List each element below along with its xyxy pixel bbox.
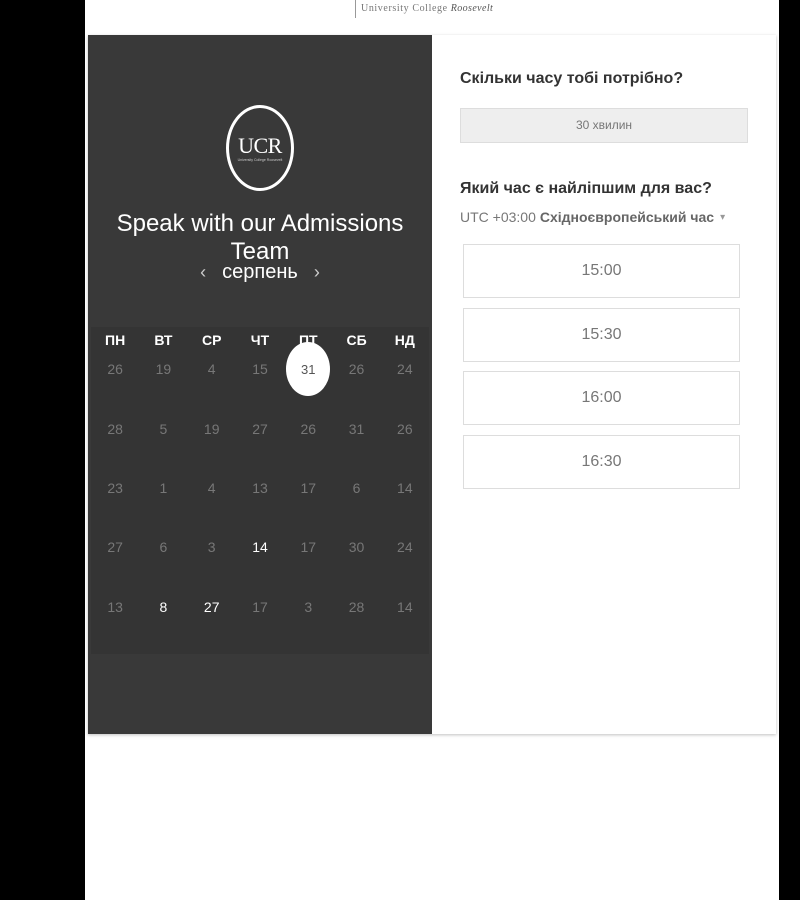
calendar-day: 4: [207, 480, 216, 496]
chevron-left-icon[interactable]: ‹: [198, 262, 208, 283]
logo-emphasis: Roosevelt: [450, 3, 494, 14]
calendar-week-row: 13 8 27 17 3 28 14: [91, 585, 429, 629]
time-slot[interactable]: 16:30: [463, 435, 740, 489]
calendar-day: 31: [348, 421, 365, 437]
weekday-sun: НД: [394, 332, 415, 348]
calendar-day: 19: [155, 361, 172, 377]
calendar-day: 26: [107, 361, 123, 377]
weekday-mon: ПН: [105, 332, 126, 348]
calendar-week-row: 26 19 4 15 31 26 24: [91, 342, 429, 396]
calendar-day: 26: [397, 421, 413, 437]
timezone-selector[interactable]: UTC +03:00 Східноєвропейський час ▾: [460, 209, 725, 225]
calendar-day[interactable]: 27: [188, 585, 236, 629]
calendar-day: 17: [300, 480, 317, 496]
time-slot[interactable]: 15:30: [463, 308, 740, 362]
timezone-offset: UTC +03:00: [460, 209, 536, 225]
calendar-grid: ПН ВТ СР ЧТ ПТ СБ НД 26 19 4 15 31 26 24 28 5 19 2…: [91, 327, 429, 654]
university-logo: University College Roosevelt: [355, 0, 493, 18]
weekday-sat: СБ: [346, 332, 367, 348]
calendar-day[interactable]: 31: [284, 342, 332, 396]
calendar-day: 14: [397, 599, 413, 615]
calendar-day: 13: [252, 480, 268, 496]
timezone-name: Східноєвропейський час: [539, 209, 715, 225]
calendar-day: 19: [203, 421, 220, 437]
calendar-day: 5: [159, 421, 168, 437]
calendar-day: 30: [348, 539, 365, 555]
calendar-panel: UCR University College Roosevelt Speak w…: [88, 35, 432, 734]
calendar-day: 26: [300, 421, 317, 437]
month-navigation: ‹ серпень ›: [88, 261, 432, 284]
calendar-day: 24: [397, 539, 413, 555]
booking-card: UCR University College Roosevelt Speak w…: [88, 35, 776, 734]
calendar-day: 3: [207, 539, 216, 555]
selected-day-circle: 31: [286, 342, 331, 396]
calendar-day: 14: [397, 480, 413, 496]
time-slot[interactable]: 16:00: [463, 371, 740, 425]
weekday-thu: ЧТ: [250, 332, 270, 348]
calendar-day: 26: [348, 361, 365, 377]
calendar-day: 3: [304, 599, 313, 615]
window-edge: [779, 0, 800, 900]
weekday-wed: СР: [201, 332, 222, 348]
calendar-day[interactable]: 14: [236, 525, 284, 569]
calendar-day[interactable]: 8: [139, 585, 187, 629]
calendar-day: 28: [348, 599, 365, 615]
ucr-logo-subtext: University College Roosevelt: [237, 157, 283, 162]
ucr-logo-text: UCR: [238, 132, 282, 158]
calendar-day: 1: [159, 480, 168, 496]
time-slot[interactable]: 15:00: [463, 244, 740, 298]
calendar-day: 28: [107, 421, 123, 437]
calendar-day: 27: [107, 539, 123, 555]
calendar-day: 17: [300, 539, 317, 555]
weekday-tue: ВТ: [154, 332, 173, 348]
page-title: Speak with our Admissions Team: [116, 210, 404, 265]
duration-question: Скільки часу тобі потрібно?: [460, 70, 684, 87]
calendar-week-row: 28 5 19 27 26 31 26: [91, 407, 429, 451]
calendar-day: 23: [107, 480, 123, 496]
calendar-week-row: 23 1 4 13 17 6 14: [91, 466, 429, 510]
ucr-logo: UCR University College Roosevelt: [226, 105, 294, 191]
calendar-day: 17: [252, 599, 268, 615]
chevron-right-icon[interactable]: ›: [312, 262, 322, 283]
logo-text: University College: [361, 3, 448, 14]
calendar-day: 6: [159, 539, 168, 555]
calendar-day: 4: [207, 361, 216, 377]
caret-down-icon: ▾: [720, 211, 726, 223]
calendar-week-row: 27 6 3 14 17 30 24: [91, 525, 429, 569]
calendar-day: 13: [107, 599, 123, 615]
duration-button[interactable]: 30 хвилин: [460, 108, 748, 143]
time-selection-panel: Скільки часу тобі потрібно? 30 хвилин Як…: [432, 35, 776, 734]
calendar-day: 24: [397, 361, 413, 377]
time-question: Який час є найліпшим для вас?: [460, 180, 712, 197]
month-label: серпень: [222, 261, 298, 283]
calendar-day: 6: [352, 480, 361, 496]
calendar-day: 15: [252, 361, 268, 377]
calendar-footer: [91, 654, 429, 734]
calendar-day: 27: [252, 421, 268, 437]
